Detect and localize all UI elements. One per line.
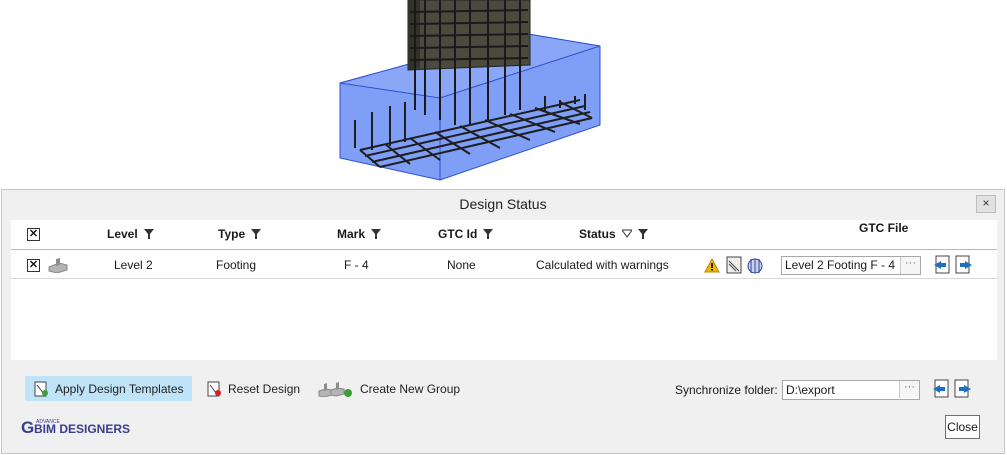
group-icon bbox=[318, 381, 352, 397]
create-new-group-label: Create New Group bbox=[360, 381, 461, 396]
dialog-title: Design Status bbox=[459, 196, 547, 212]
browse-button[interactable]: ··· bbox=[900, 257, 920, 274]
grid-header: ✕ Level Type Mark GTC Id Status GTC File bbox=[11, 220, 997, 250]
reset-design-button[interactable]: Reset Design bbox=[198, 376, 308, 401]
synchronize-folder-label: Synchronize folder: bbox=[675, 383, 778, 397]
sync-import-icon[interactable] bbox=[932, 379, 950, 399]
cell-level: Level 2 bbox=[114, 258, 153, 272]
cell-gtc-id: None bbox=[447, 258, 476, 272]
filter-icon[interactable] bbox=[143, 229, 154, 239]
template-icon bbox=[34, 381, 48, 396]
reset-design-label: Reset Design bbox=[228, 381, 301, 396]
synchronize-folder-field[interactable]: D:\export ··· bbox=[782, 380, 920, 400]
column-header-mark[interactable]: Mark bbox=[337, 227, 382, 241]
filter-icon[interactable] bbox=[251, 229, 262, 239]
table-row[interactable]: ✕ Level 2 Footing F - 4 None Calculated … bbox=[11, 251, 997, 279]
create-new-group-button[interactable]: Create New Group bbox=[310, 376, 468, 401]
report-icon[interactable] bbox=[726, 256, 743, 274]
filter-icon[interactable] bbox=[371, 229, 382, 239]
browse-folder-button[interactable]: ··· bbox=[899, 381, 919, 398]
column-label-gtc-id: GTC Id bbox=[438, 227, 478, 241]
column-header-gtc-file: GTC File bbox=[859, 221, 908, 235]
logo-graphic: G ADVANCE BIM DESIGNERS bbox=[21, 418, 130, 437]
rebar-view-icon[interactable] bbox=[746, 255, 766, 275]
gtc-file-value: Level 2 Footing F - 4 bbox=[785, 258, 896, 272]
design-status-dialog: Design Status × ✕ Level Type Mark GTC Id… bbox=[1, 189, 1005, 454]
synchronize-folder-value: D:\export bbox=[786, 383, 835, 397]
warning-icon[interactable] bbox=[704, 258, 720, 273]
cell-mark: F - 4 bbox=[344, 258, 369, 272]
sort-descending-icon[interactable] bbox=[621, 229, 632, 239]
advance-bim-designers-logo: G ADVANCE BIM DESIGNERS bbox=[21, 416, 141, 439]
row-checkbox[interactable]: ✕ bbox=[27, 259, 40, 272]
column-header-gtc-id[interactable]: GTC Id bbox=[438, 227, 494, 241]
footing-element-icon bbox=[48, 258, 68, 273]
footing-model-view bbox=[339, 0, 601, 181]
logo-letter: G bbox=[21, 418, 34, 436]
column-label-level: Level bbox=[107, 227, 138, 241]
column-label-type: Type bbox=[218, 227, 246, 241]
column-header-status[interactable]: Status bbox=[579, 227, 648, 241]
sync-export-icon[interactable] bbox=[954, 379, 972, 399]
logo-main-text: BIM DESIGNERS bbox=[34, 422, 130, 436]
gtc-file-field[interactable]: Level 2 Footing F - 4 ··· bbox=[781, 256, 921, 275]
cell-type: Footing bbox=[216, 258, 257, 272]
filter-icon[interactable] bbox=[483, 229, 494, 239]
design-status-grid: ✕ Level Type Mark GTC Id Status GTC File… bbox=[11, 220, 997, 360]
column-label-mark: Mark bbox=[337, 227, 366, 241]
close-button[interactable]: Close bbox=[945, 415, 980, 439]
import-gtc-icon[interactable] bbox=[933, 255, 951, 275]
column-header-level[interactable]: Level bbox=[107, 227, 154, 241]
filter-icon[interactable] bbox=[637, 229, 648, 239]
cell-status: Calculated with warnings bbox=[536, 258, 669, 272]
select-all-checkbox[interactable]: ✕ bbox=[27, 228, 40, 241]
3d-viewport[interactable] bbox=[0, 0, 1007, 188]
column-label-status: Status bbox=[579, 227, 616, 241]
export-gtc-icon[interactable] bbox=[955, 255, 973, 275]
apply-design-templates-button[interactable]: Apply Design Templates bbox=[25, 376, 192, 401]
dialog-close-icon[interactable]: × bbox=[976, 195, 996, 213]
column-header-type[interactable]: Type bbox=[218, 227, 262, 241]
column-label-gtc-file: GTC File bbox=[859, 221, 909, 235]
reset-icon bbox=[207, 381, 221, 396]
apply-design-templates-label: Apply Design Templates bbox=[55, 381, 184, 396]
